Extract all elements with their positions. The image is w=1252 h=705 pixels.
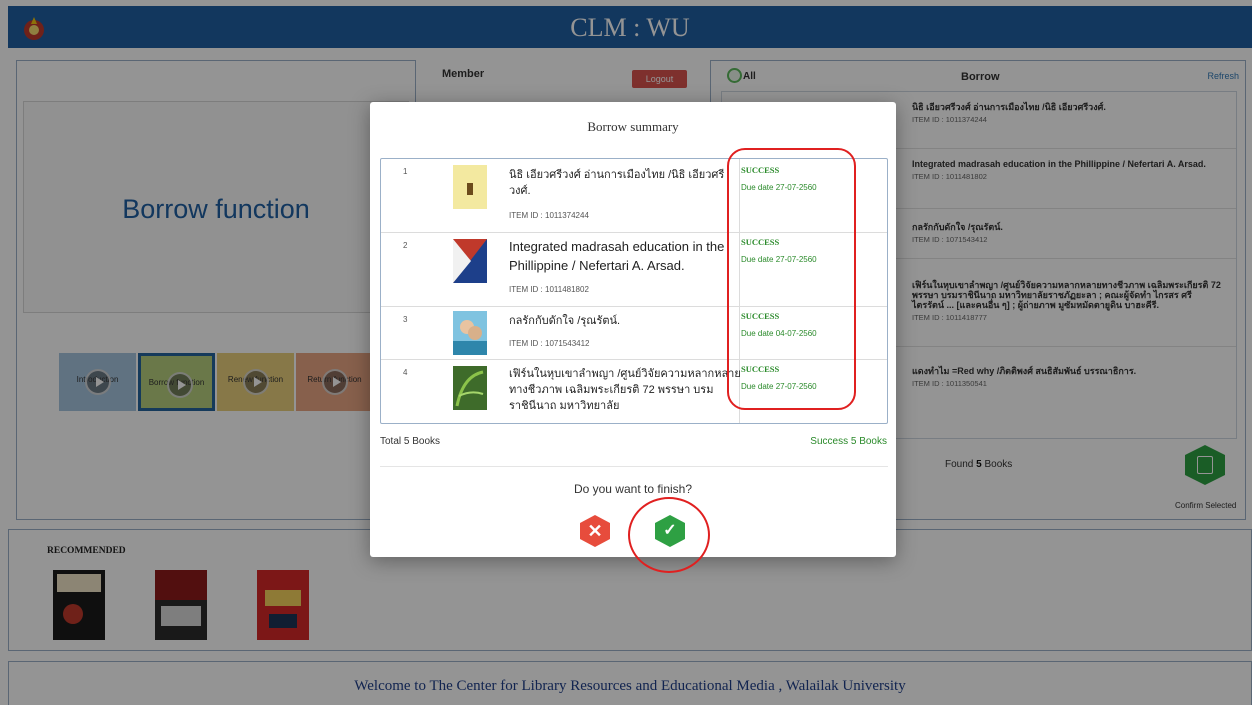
row-number: 3 [403, 315, 408, 324]
book-title: Integrated madrasah education in the Phi… [509, 239, 725, 273]
finish-question: Do you want to finish? [573, 482, 693, 496]
book-cover-image [453, 165, 487, 209]
row-number: 4 [403, 368, 408, 377]
item-id: ITEM ID : 1071543412 [509, 339, 590, 348]
book-cover-image [453, 311, 487, 355]
annotation-confirm-highlight [628, 497, 710, 573]
book-cover-image [453, 366, 487, 410]
total-books: Total 5 Books [380, 436, 441, 447]
modal-title: Borrow summary [587, 119, 679, 134]
row-number: 1 [403, 167, 408, 176]
success-books: Success 5 Books [810, 436, 887, 447]
cancel-button[interactable]: ✕ [580, 515, 610, 547]
annotation-status-highlight [727, 148, 856, 410]
book-cover-image [453, 239, 487, 283]
row-number: 2 [403, 241, 408, 250]
item-id: ITEM ID : 1011481802 [509, 285, 589, 294]
item-id: ITEM ID : 1011374244 [509, 211, 589, 220]
book-title: เฟิร์นในหุบเขาลำพญา /ศูนย์วิจัยความหลากห… [509, 368, 741, 412]
divider [380, 466, 888, 467]
book-title: นิธิ เอียวศรีวงศ์ อ่านการเมืองไทย /นิธิ … [509, 169, 725, 197]
book-title: กลรักกับดักใจ /รุณรัตน์. [509, 315, 621, 327]
close-icon: ✕ [587, 521, 603, 541]
